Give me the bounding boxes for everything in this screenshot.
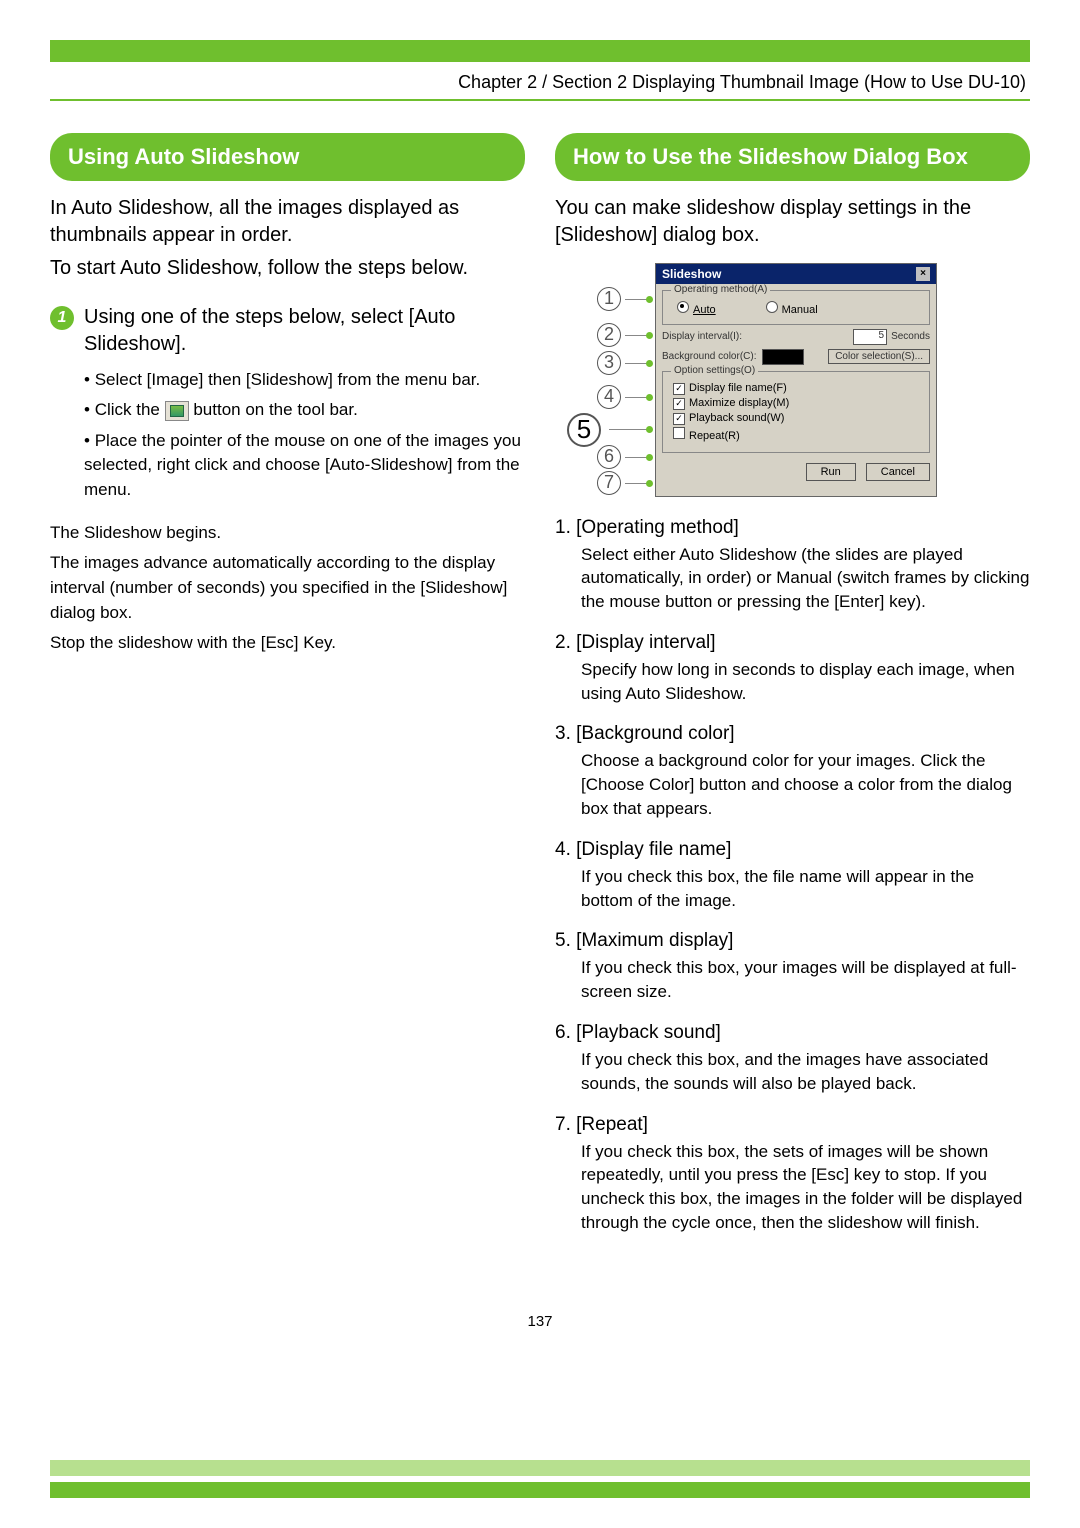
bg-swatch — [762, 349, 804, 365]
heading-slideshow-dialog: How to Use the Slideshow Dialog Box — [555, 133, 1030, 181]
check-playback-sound[interactable]: ✓Playback sound(W) — [673, 412, 919, 425]
interval-input[interactable]: 5 — [853, 329, 887, 345]
slideshow-dialog-window: Slideshow × Operating method(A) Auto Man… — [655, 263, 937, 497]
background-color-row: Background color(C): Color selection(S).… — [662, 349, 930, 365]
step-number-1: 1 — [50, 306, 74, 330]
breadcrumb-text: Chapter 2 / Section 2 Displaying Thumbna… — [458, 72, 1026, 93]
dialog-buttons: Run Cancel — [656, 457, 936, 487]
interval-unit: Seconds — [891, 331, 930, 342]
dialog-title: Slideshow — [662, 267, 721, 281]
callout-4: 4 — [597, 385, 621, 409]
right-column: How to Use the Slideshow Dialog Box You … — [555, 133, 1030, 1253]
def-6: 6. [Playback sound] If you check this bo… — [555, 1022, 1030, 1096]
option-settings-group: Option settings(O) ✓Display file name(F)… — [662, 371, 930, 453]
step-1-text: Using one of the steps below, select [Au… — [84, 304, 525, 358]
bottom-accent-bars — [50, 1460, 1030, 1498]
top-accent-bar — [50, 40, 1030, 62]
heading-using-auto-slideshow: Using Auto Slideshow — [50, 133, 525, 181]
operating-method-group: Operating method(A) Auto Manual — [662, 290, 930, 325]
def-5: 5. [Maximum display] If you check this b… — [555, 930, 1030, 1004]
intro-para-2: To start Auto Slideshow, follow the step… — [50, 255, 525, 282]
callout-6: 6 — [597, 445, 621, 469]
intro-para-1: In Auto Slideshow, all the images displa… — [50, 195, 525, 249]
color-selection-button[interactable]: Color selection(S)... — [828, 349, 930, 364]
def-7: 7. [Repeat] If you check this box, the s… — [555, 1114, 1030, 1235]
sub-step-2: • Click the button on the tool bar. — [84, 398, 525, 423]
radio-manual[interactable]: Manual — [766, 301, 818, 316]
bg-label: Background color(C): — [662, 351, 756, 362]
left-column: Using Auto Slideshow In Auto Slideshow, … — [50, 133, 525, 1253]
check-repeat[interactable]: Repeat(R) — [673, 427, 919, 442]
radio-auto[interactable]: Auto — [677, 301, 716, 316]
right-intro: You can make slideshow display settings … — [555, 195, 1030, 249]
after-para-3: Stop the slideshow with the [Esc] Key. — [50, 631, 525, 656]
def-1: 1. [Operating method] Select either Auto… — [555, 517, 1030, 614]
def-4: 4. [Display file name] If you check this… — [555, 839, 1030, 913]
dialog-titlebar: Slideshow × — [656, 264, 936, 284]
callout-7: 7 — [597, 471, 621, 495]
check-maximize-display[interactable]: ✓Maximize display(M) — [673, 397, 919, 410]
callout-2: 2 — [597, 323, 621, 347]
callout-5: 5 — [567, 413, 601, 447]
callout-numbers: 1 2 3 4 5 6 7 — [585, 263, 649, 497]
display-interval-row: Display interval(I): 5 Seconds — [662, 329, 930, 345]
def-2: 2. [Display interval] Specify how long i… — [555, 632, 1030, 706]
page-number: 137 — [50, 1313, 1030, 1330]
sub-step-1: • Select [Image] then [Slideshow] from t… — [84, 368, 525, 393]
callout-1: 1 — [597, 287, 621, 311]
run-button[interactable]: Run — [806, 463, 856, 481]
callout-3: 3 — [597, 351, 621, 375]
check-display-file-name[interactable]: ✓Display file name(F) — [673, 382, 919, 395]
cancel-button[interactable]: Cancel — [866, 463, 930, 481]
close-icon[interactable]: × — [916, 267, 930, 281]
def-3: 3. [Background color] Choose a backgroun… — [555, 723, 1030, 820]
after-para-2: The images advance automatically accordi… — [50, 551, 525, 625]
dialog-illustration: 1 2 3 4 5 6 7 Slideshow × Operating meth… — [585, 263, 1030, 497]
sub-steps: • Select [Image] then [Slideshow] from t… — [84, 368, 525, 503]
sub-step-3: • Place the pointer of the mouse on one … — [84, 429, 525, 503]
option-settings-legend: Option settings(O) — [671, 365, 758, 376]
after-para-1: The Slideshow begins. — [50, 521, 525, 546]
interval-label: Display interval(I): — [662, 331, 742, 342]
breadcrumb: Chapter 2 / Section 2 Displaying Thumbna… — [50, 66, 1030, 101]
step-1: 1 Using one of the steps below, select [… — [50, 304, 525, 358]
operating-method-legend: Operating method(A) — [671, 284, 770, 295]
slideshow-toolbar-icon — [165, 401, 189, 421]
